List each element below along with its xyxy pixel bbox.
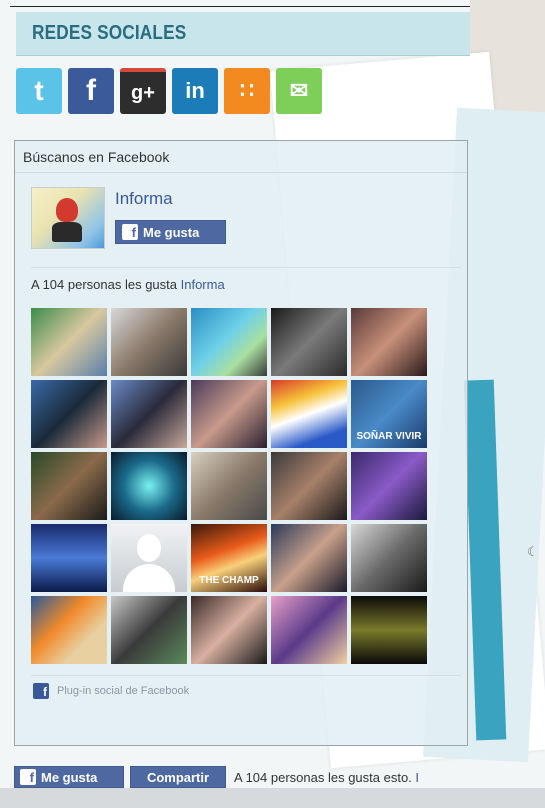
fan-avatar[interactable] bbox=[271, 308, 347, 376]
fan-avatar[interactable] bbox=[111, 596, 187, 664]
twitter-icon[interactable]: t bbox=[16, 68, 62, 114]
bottom-strip bbox=[0, 788, 545, 808]
bottom-likes-text: A 104 personas les gusta esto. I bbox=[234, 770, 419, 785]
fan-avatar[interactable] bbox=[271, 452, 347, 520]
bottom-like-bar: f Me gusta Compartir A 104 personas les … bbox=[14, 766, 419, 788]
moon-glyph: ☾ bbox=[527, 545, 539, 560]
google-plus-icon[interactable]: g+ bbox=[120, 68, 166, 114]
divider bbox=[31, 675, 461, 676]
like-box-title: Búscanos en Facebook bbox=[15, 141, 467, 173]
plugin-footer: f Plug-in social de Facebook bbox=[33, 683, 189, 699]
fan-avatar[interactable] bbox=[191, 380, 267, 448]
fan-avatar[interactable] bbox=[351, 596, 427, 664]
plugin-label[interactable]: Plug-in social de Facebook bbox=[57, 685, 189, 697]
facebook-f-icon: f bbox=[33, 683, 49, 699]
top-divider bbox=[10, 6, 470, 7]
fan-avatar[interactable] bbox=[271, 380, 347, 448]
bottom-trailing-link[interactable]: I bbox=[415, 770, 419, 785]
avatar-figure-head bbox=[56, 198, 78, 222]
fan-avatar[interactable] bbox=[191, 308, 267, 376]
facebook-f-icon: f bbox=[122, 224, 138, 240]
avatar-figure-body bbox=[52, 222, 82, 242]
fan-avatar[interactable] bbox=[31, 452, 107, 520]
social-icons-row: t f g+ in ∷ ✉ bbox=[16, 68, 322, 114]
fan-avatar[interactable] bbox=[271, 524, 347, 592]
likes-page-link[interactable]: Informa bbox=[181, 277, 225, 292]
divider bbox=[31, 267, 461, 268]
fan-faces-grid: SOÑAR VIVIR THE CHAMP bbox=[31, 308, 427, 664]
fan-avatar-caption: SOÑAR VIVIR bbox=[356, 431, 422, 442]
bottom-likes-count: A 104 personas les gusta esto. bbox=[234, 769, 412, 785]
rss-icon[interactable]: ∷ bbox=[224, 68, 270, 114]
fan-avatar[interactable]: SOÑAR VIVIR bbox=[351, 380, 427, 448]
fan-avatar[interactable] bbox=[111, 308, 187, 376]
page-avatar[interactable] bbox=[31, 187, 105, 249]
silhouette-icon bbox=[137, 534, 161, 562]
facebook-f-icon: f bbox=[20, 769, 36, 785]
bottom-like-label: Me gusta bbox=[41, 769, 98, 785]
linkedin-icon[interactable]: in bbox=[172, 68, 218, 114]
page-name-link[interactable]: Informa bbox=[115, 189, 173, 209]
facebook-icon[interactable]: f bbox=[68, 68, 114, 114]
fan-avatar[interactable] bbox=[31, 524, 107, 592]
like-button[interactable]: f Me gusta bbox=[115, 220, 226, 244]
fan-avatar[interactable] bbox=[351, 308, 427, 376]
fan-avatar[interactable] bbox=[31, 596, 107, 664]
mail-icon[interactable]: ✉ bbox=[276, 68, 322, 114]
fan-avatar[interactable] bbox=[111, 524, 187, 592]
section-title: REDES SOCIALES bbox=[32, 22, 187, 44]
fan-avatar[interactable] bbox=[351, 524, 427, 592]
fan-avatar[interactable] bbox=[191, 452, 267, 520]
fan-avatar[interactable] bbox=[31, 380, 107, 448]
silhouette-shoulders bbox=[123, 564, 175, 592]
like-button-label: Me gusta bbox=[143, 224, 200, 240]
share-button[interactable]: Compartir bbox=[130, 766, 226, 788]
section-header: REDES SOCIALES bbox=[16, 12, 470, 56]
fan-avatar[interactable] bbox=[31, 308, 107, 376]
fan-avatar[interactable] bbox=[191, 596, 267, 664]
fan-avatar[interactable] bbox=[111, 380, 187, 448]
fan-avatar[interactable] bbox=[271, 596, 347, 664]
fan-avatar-caption: THE CHAMP bbox=[199, 575, 259, 586]
facebook-like-box: Búscanos en Facebook Informa f Me gusta … bbox=[14, 140, 468, 746]
fan-avatar[interactable]: THE CHAMP bbox=[191, 524, 267, 592]
bottom-like-button[interactable]: f Me gusta bbox=[14, 766, 124, 788]
fan-avatar[interactable] bbox=[351, 452, 427, 520]
likes-prefix: A 104 personas les gusta bbox=[31, 277, 177, 292]
fan-avatar[interactable] bbox=[111, 452, 187, 520]
likes-summary: A 104 personas les gusta Informa bbox=[31, 277, 225, 292]
